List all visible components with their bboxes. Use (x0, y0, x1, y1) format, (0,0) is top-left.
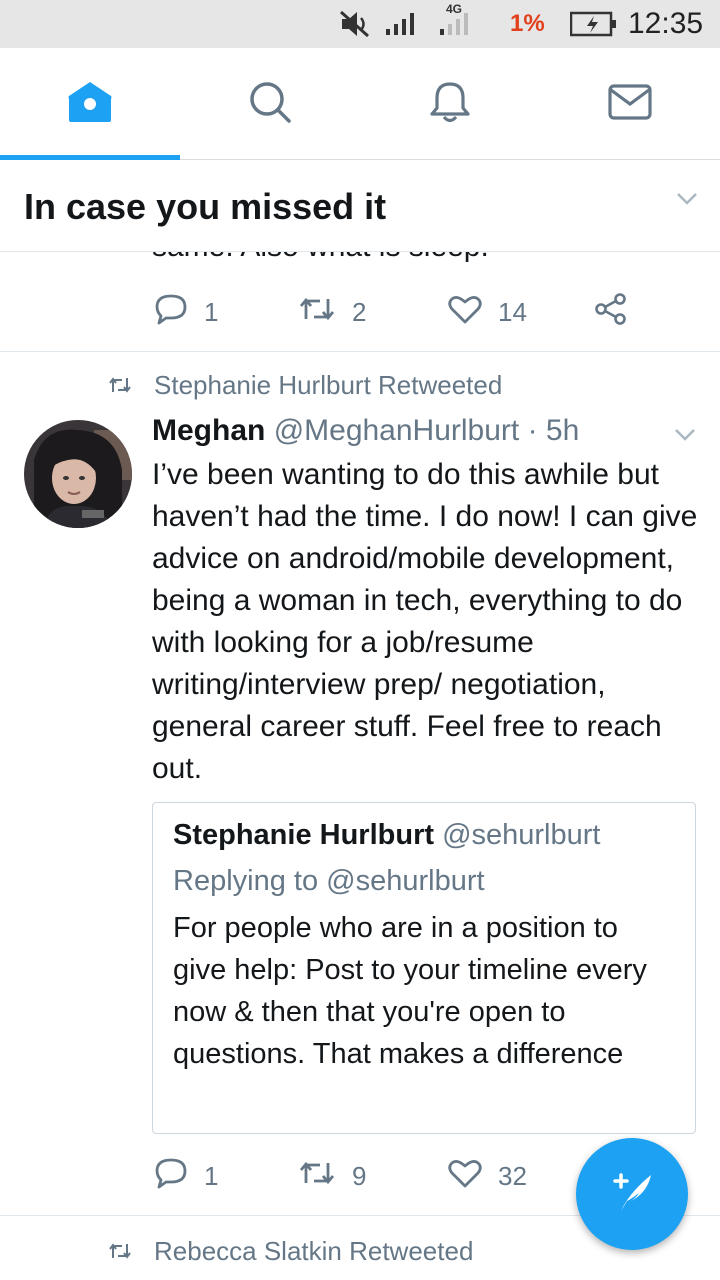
reply-count: 1 (204, 296, 219, 327)
signal-icon (386, 0, 416, 48)
search-icon (248, 80, 292, 129)
retweeted-by-line: Stephanie Hurlburt Retweeted (108, 370, 502, 401)
tab-home[interactable] (0, 48, 180, 160)
tweet-header: Meghan @MeghanHurlburt · 5h (152, 414, 579, 448)
author-handle[interactable]: @MeghanHurlburt · 5h (274, 414, 580, 447)
battery-charging-icon (570, 0, 618, 48)
reply-icon (154, 1157, 204, 1196)
status-bar: 4G 1% 12:35 (0, 0, 720, 48)
avatar[interactable] (24, 420, 132, 528)
tab-bar (0, 48, 720, 160)
tweet-text: I’ve been wanting to do this awhile but … (152, 458, 698, 785)
bell-icon (429, 80, 471, 129)
tab-messages[interactable] (540, 48, 720, 160)
compose-quill-icon (607, 1167, 657, 1222)
retweet-icon (298, 295, 352, 330)
mute-icon (338, 0, 374, 48)
tab-search[interactable] (180, 48, 360, 160)
clock: 12:35 (628, 7, 704, 40)
reply-button[interactable]: 1 (154, 1156, 218, 1196)
heart-icon (448, 294, 498, 331)
compose-tweet-button[interactable] (576, 1138, 688, 1250)
quote-author-handle: @sehurlburt (442, 819, 601, 851)
retweet-icon (108, 370, 154, 401)
previous-tweet[interactable]: same. Also what is sleep. 1 2 14 (0, 252, 720, 352)
tab-notifications[interactable] (360, 48, 540, 160)
retweet-count: 2 (352, 296, 367, 327)
quote-author-name: Stephanie Hurlburt (173, 819, 435, 851)
like-count: 32 (498, 1160, 527, 1191)
retweeted-by-label: Stephanie Hurlburt Retweeted (154, 370, 503, 400)
heart-icon (448, 1158, 498, 1195)
quote-replying-to: Replying to @sehurlburt (173, 865, 485, 897)
retweet-button[interactable]: 9 (298, 1156, 366, 1196)
envelope-icon (608, 83, 652, 125)
reply-icon (154, 293, 204, 332)
chevron-down-icon[interactable] (674, 428, 696, 447)
quote-text: For people who are in a position to give… (173, 912, 647, 1070)
tweet-actions: 1 2 14 (0, 292, 720, 332)
section-title: In case you missed it (24, 186, 387, 227)
tweet-text: same. Also what is sleep. (152, 252, 489, 264)
like-count: 14 (498, 296, 527, 327)
share-icon (594, 292, 644, 332)
quoted-tweet[interactable]: Stephanie Hurlburt @sehurlburt Replying … (152, 802, 696, 1134)
home-icon (67, 80, 113, 129)
retweet-button[interactable]: 2 (298, 292, 366, 332)
retweeted-by-line: Rebecca Slatkin Retweeted (108, 1236, 473, 1267)
retweet-icon (108, 1236, 154, 1267)
share-button[interactable] (594, 292, 644, 332)
retweeted-by-label: Rebecca Slatkin Retweeted (154, 1236, 474, 1266)
retweet-count: 9 (352, 1160, 367, 1191)
chevron-down-icon[interactable] (676, 192, 698, 211)
like-button[interactable]: 32 (448, 1156, 527, 1196)
retweet-icon (298, 1159, 352, 1194)
author-name[interactable]: Meghan (152, 414, 265, 447)
battery-percent: 1% (510, 10, 545, 37)
reply-button[interactable]: 1 (154, 292, 218, 332)
signal-4g-icon (440, 0, 470, 48)
reply-count: 1 (204, 1160, 219, 1191)
like-button[interactable]: 14 (448, 292, 527, 332)
section-header: In case you missed it (0, 160, 720, 252)
quote-header: Stephanie Hurlburt @sehurlburt (173, 819, 600, 852)
tweet[interactable]: Stephanie Hurlburt Retweeted Meghan @Meg… (0, 352, 720, 1216)
